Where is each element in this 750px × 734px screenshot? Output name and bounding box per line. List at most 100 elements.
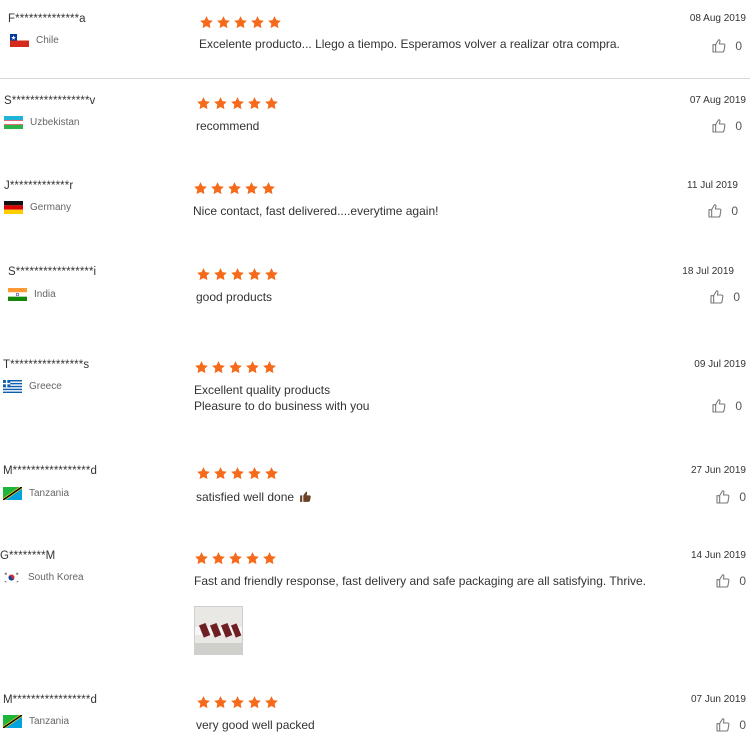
review-text: Fast and friendly response, fast deliver…	[194, 574, 647, 588]
reviewer-name: M*****************d	[3, 694, 97, 706]
rating-stars	[194, 360, 277, 375]
review-item: T****************s Greece Excellent qual…	[0, 336, 750, 442]
review-text: Nice contact, fast delivered....everytim…	[193, 204, 439, 218]
review-text: recommend	[196, 119, 260, 133]
star-icon	[233, 15, 248, 30]
review-item: S*****************i India good products …	[0, 244, 750, 336]
star-icon	[267, 15, 282, 30]
star-icon	[264, 96, 279, 111]
star-icon	[247, 466, 262, 481]
thumbs-up-icon	[711, 398, 727, 414]
star-icon	[199, 15, 214, 30]
reviewer-country: Tanzania	[3, 715, 69, 728]
review-item: G********M South Korea Fast and friendly…	[0, 540, 750, 684]
star-icon	[194, 551, 209, 566]
thumbs-up-emoji-icon	[300, 491, 312, 502]
star-icon	[193, 181, 208, 196]
star-icon	[196, 695, 211, 710]
rating-stars	[196, 695, 279, 710]
star-icon	[196, 267, 211, 282]
reviewer-country: India	[8, 288, 56, 301]
reviewer-name: F**************a	[8, 13, 86, 25]
star-icon	[261, 181, 276, 196]
review-text: Excelente producto... Llego a tiempo. Es…	[199, 37, 620, 51]
helpful-button[interactable]: 0	[711, 38, 742, 54]
helpful-button[interactable]: 0	[711, 398, 742, 414]
star-icon	[230, 267, 245, 282]
star-icon	[228, 551, 243, 566]
thumbs-up-icon	[711, 38, 727, 54]
country-label: South Korea	[28, 572, 84, 583]
south-korea-flag-icon	[2, 571, 21, 584]
country-label: Greece	[29, 381, 62, 392]
helpful-button[interactable]: 0	[707, 203, 738, 219]
star-icon	[228, 360, 243, 375]
country-label: India	[34, 289, 56, 300]
country-label: Tanzania	[29, 716, 70, 727]
star-icon	[211, 360, 226, 375]
review-photo-thumbnail[interactable]	[194, 606, 243, 655]
helpful-button[interactable]: 0	[711, 118, 742, 134]
star-icon	[264, 695, 279, 710]
review-date: 18 Jul 2019	[682, 266, 734, 277]
review-item: M*****************d Tanzania satisfied w…	[0, 442, 750, 540]
review-item: S*****************v Uzbekistan recommend…	[0, 79, 750, 159]
country-label: Germany	[30, 202, 72, 213]
rating-stars	[199, 15, 282, 30]
review-date: 07 Jun 2019	[690, 694, 746, 705]
review-item: F**************a Chile Excelente product…	[0, 0, 750, 78]
star-icon	[245, 360, 260, 375]
rating-stars	[196, 466, 279, 481]
review-text: very good well packed	[196, 718, 315, 732]
helpful-count: 0	[739, 490, 746, 504]
reviewer-name: T****************s	[3, 359, 90, 371]
rating-stars	[196, 267, 279, 282]
star-icon	[227, 181, 242, 196]
review-date: 09 Jul 2019	[694, 359, 746, 370]
star-icon	[213, 466, 228, 481]
review-text-line-1: Excellent quality products	[194, 383, 331, 397]
star-icon	[230, 466, 245, 481]
country-label: Uzbekistan	[30, 117, 80, 128]
star-icon	[213, 267, 228, 282]
thumbs-up-icon	[709, 289, 725, 305]
reviewer-country: Germany	[4, 201, 71, 214]
reviewer-country: Chile	[10, 34, 59, 47]
star-icon	[244, 181, 259, 196]
photo-image	[195, 607, 242, 654]
reviewer-country: Uzbekistan	[4, 116, 79, 129]
star-icon	[247, 267, 262, 282]
helpful-button[interactable]: 0	[715, 489, 746, 505]
reviewer-country: South Korea	[2, 571, 84, 584]
tanzania-flag-icon	[3, 487, 22, 500]
review-text: good products	[196, 290, 273, 304]
reviewer-country: Tanzania	[3, 487, 69, 500]
star-icon	[250, 15, 265, 30]
tanzania-flag-icon	[3, 715, 22, 728]
star-icon	[230, 96, 245, 111]
review-text-wrap: satisfied well done	[196, 489, 312, 505]
helpful-button[interactable]: 0	[715, 573, 746, 589]
rating-stars	[194, 551, 277, 566]
review-date: 27 Jun 2019	[690, 465, 746, 476]
helpful-count: 0	[735, 119, 742, 133]
helpful-count: 0	[739, 718, 746, 732]
germany-flag-icon	[4, 201, 23, 214]
thumbs-up-icon	[715, 489, 731, 505]
thumbs-up-icon	[715, 573, 731, 589]
uzbekistan-flag-icon	[4, 116, 23, 129]
helpful-count: 0	[735, 399, 742, 413]
helpful-button[interactable]: 0	[709, 289, 740, 305]
thumbs-up-icon	[711, 118, 727, 134]
helpful-button[interactable]: 0	[715, 717, 746, 733]
star-icon	[194, 360, 209, 375]
star-icon	[264, 267, 279, 282]
star-icon	[247, 695, 262, 710]
reviewer-name: S*****************v	[4, 95, 96, 107]
star-icon	[230, 695, 245, 710]
chile-flag-icon	[10, 34, 29, 47]
review-date: 14 Jun 2019	[690, 550, 746, 561]
reviewer-name: M*****************d	[3, 465, 97, 477]
star-icon	[216, 15, 231, 30]
reviewer-name: G********M	[0, 550, 56, 562]
